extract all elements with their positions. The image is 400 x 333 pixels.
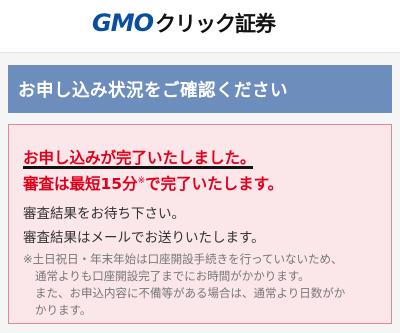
note-line-3: また、お申込内容に不備等がある場合は、通常より日数がか <box>35 286 346 300</box>
gmo-click-logo[interactable]: GMO クリック証券 <box>92 9 276 37</box>
review-note-mark: ※ <box>137 176 146 186</box>
logo-click-text: クリック証券 <box>154 12 276 36</box>
page-title: お申し込み状況をご確認ください <box>18 80 288 101</box>
note-line-1: ※土日祝日・年末年始は口座開設手続きを行っていないため、 <box>23 252 343 266</box>
note-line-4: かります。 <box>35 303 92 317</box>
review-time-message: 審査は最短15分※で完了いたします。 <box>23 172 283 194</box>
review-prefix: 審査は最短15分 <box>23 175 138 193</box>
page-title-bar: お申し込み状況をご確認ください <box>8 65 392 113</box>
note-line-2: 通常よりも口座開設完了までにお時間がかかります。 <box>35 269 310 283</box>
review-suffix: で完了いたします。 <box>145 175 284 193</box>
logo-gmo-text: GMO <box>92 9 154 37</box>
site-header: GMO クリック証券 <box>0 0 400 53</box>
completion-underline <box>23 166 253 169</box>
email-message: 審査結果はメールでお送りいたします。 <box>23 230 265 246</box>
completion-message: お申し込みが完了いたしました。 <box>23 149 256 167</box>
status-panel: お申し込みが完了いたしました。 審査は最短15分※で完了いたします。 審査結果を… <box>8 124 392 324</box>
wait-message: 審査結果をお待ち下さい。 <box>23 206 185 222</box>
